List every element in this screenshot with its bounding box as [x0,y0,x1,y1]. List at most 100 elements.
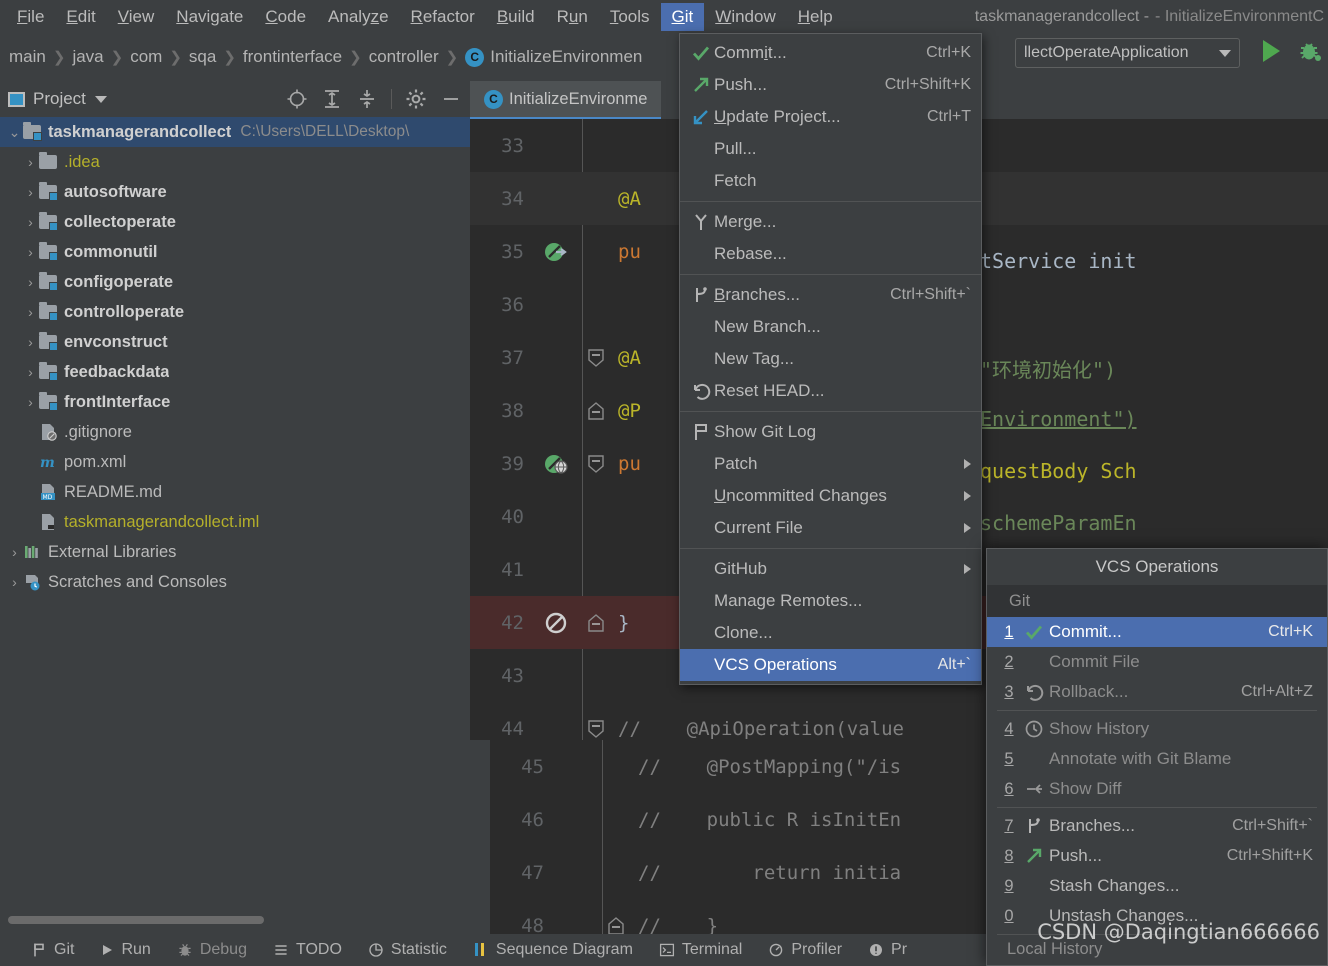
vcs-item-annotate-with-git-blame[interactable]: 5 Annotate with Git Blame [987,744,1327,774]
chevron-right-icon[interactable]: › [22,365,39,379]
git-menu-github[interactable]: GitHub [680,553,981,585]
tree-item-envconstruct[interactable]: › envconstruct [0,327,470,357]
tree-item-configoperate[interactable]: › configoperate [0,267,470,297]
status-item-problems[interactable]: Pr [855,941,920,959]
tree-item-collectoperate[interactable]: › collectoperate [0,207,470,237]
tree-item-scratches-and-consoles[interactable]: › Scratches and Consoles [0,567,470,597]
status-item-run[interactable]: Run [87,941,163,959]
breadcrumb-main[interactable]: main [4,45,51,69]
menu-help[interactable]: Help [787,3,844,31]
vcs-item-rollback[interactable]: 3 Rollback... Ctrl+Alt+Z [987,677,1327,707]
git-menu-new-branch[interactable]: New Branch... [680,311,981,343]
git-menu-show-git-log[interactable]: Show Git Log [680,416,981,448]
menu-code[interactable]: Code [254,3,317,31]
tree-item-external-libraries[interactable]: › External Libraries [0,537,470,567]
vcs-item-show-history[interactable]: 4 Show History [987,714,1327,744]
menu-window[interactable]: Window [704,3,786,31]
no-entry-icon[interactable] [534,611,578,635]
git-menu-manage-remotes[interactable]: Manage Remotes... [680,585,981,617]
tree-item-pomxml[interactable]: m pom.xml [0,447,470,477]
tree-item-feedbackdata[interactable]: › feedbackdata [0,357,470,387]
tree-item-taskmanagerandcollect[interactable]: ⌄ taskmanagerandcollect C:\Users\DELL\De… [0,117,470,147]
gear-icon[interactable] [405,88,427,110]
status-item-debug[interactable]: Debug [164,941,260,959]
git-menu-commit[interactable]: Commit... Ctrl+K [680,37,981,69]
horizontal-scrollbar[interactable] [8,916,264,924]
project-tree[interactable]: ⌄ taskmanagerandcollect C:\Users\DELL\De… [0,117,470,737]
menu-analyze[interactable]: Analyze [317,3,400,31]
locate-icon[interactable] [286,88,308,110]
git-menu-current-file[interactable]: Current File [680,512,981,544]
run-button[interactable] [1263,40,1280,62]
chevron-right-icon[interactable]: › [6,575,23,589]
tree-item-readme[interactable]: MD README.md [0,477,470,507]
breadcrumb-controller[interactable]: controller [364,45,444,69]
menu-run[interactable]: Run [546,3,599,31]
git-menu-vcs-operations[interactable]: VCS Operations Alt+` [680,649,981,681]
status-item-terminal[interactable]: Terminal [646,941,755,959]
vcs-item-push[interactable]: 8 Push... Ctrl+Shift+K [987,841,1327,871]
vcs-item-branches[interactable]: 7 Branches... Ctrl+Shift+` [987,811,1327,841]
minimize-icon[interactable] [440,88,462,110]
fold-minus-icon[interactable] [578,453,614,475]
tree-item-autosoftware[interactable]: › autosoftware [0,177,470,207]
breadcrumb-sqa[interactable]: sqa [184,45,221,69]
chevron-down-icon[interactable]: ⌄ [6,125,23,139]
fold-minus-icon[interactable] [578,347,614,369]
chevron-right-icon[interactable]: › [22,185,39,199]
menu-tools[interactable]: Tools [599,3,661,31]
git-menu-clone[interactable]: Clone... [680,617,981,649]
menu-git[interactable]: Git [661,3,705,31]
tree-item-iml[interactable]: taskmanagerandcollect.iml [0,507,470,537]
git-menu-patch[interactable]: Patch [680,448,981,480]
breadcrumb-class[interactable]: C InitializeEnvironmen [460,45,647,69]
fold-end-icon[interactable] [578,400,614,422]
status-item-statistic[interactable]: Statistic [355,941,460,959]
git-menu-update-project[interactable]: Update Project... Ctrl+T [680,101,981,133]
chevron-right-icon[interactable]: › [22,275,39,289]
git-menu-uncommitted-changes[interactable]: Uncommitted Changes [680,480,981,512]
menu-edit[interactable]: Edit [55,3,106,31]
debug-button[interactable] [1297,38,1323,64]
menu-navigate[interactable]: Navigate [165,3,254,31]
editor-tab-initializeenvironment[interactable]: C InitializeEnvironme [470,81,661,119]
chevron-right-icon[interactable]: › [22,335,39,349]
menu-refactor[interactable]: Refactor [400,3,486,31]
vcs-item-show-diff[interactable]: 6 Show Diff [987,774,1327,804]
git-menu-merge[interactable]: Merge... [680,206,981,238]
tree-item-gitignore[interactable]: .gitignore [0,417,470,447]
tree-item-idea[interactable]: › .idea [0,147,470,177]
breadcrumb-java[interactable]: java [67,45,108,69]
collapse-all-icon[interactable] [356,88,378,110]
chevron-right-icon[interactable]: › [22,245,39,259]
status-item-todo[interactable]: TODO [260,941,355,959]
vcs-item-commit-file[interactable]: 2 Commit File [987,647,1327,677]
run-web-icon[interactable] [534,452,578,476]
menu-file[interactable]: File [6,3,55,31]
chevron-right-icon[interactable]: › [22,395,39,409]
chevron-down-icon[interactable] [95,96,107,103]
tree-item-controlloperate[interactable]: › controlloperate [0,297,470,327]
chevron-right-icon[interactable]: › [22,215,39,229]
git-menu-push[interactable]: Push... Ctrl+Shift+K [680,69,981,101]
chevron-right-icon[interactable]: › [22,305,39,319]
status-item-git[interactable]: Git [18,941,87,959]
chevron-right-icon[interactable]: › [22,155,39,169]
git-dropdown-menu[interactable]: Commit... Ctrl+K Push... Ctrl+Shift+K Up… [679,33,982,685]
tree-item-commonutil[interactable]: › commonutil [0,237,470,267]
fold-end-icon[interactable] [598,915,634,937]
run-configuration-selector[interactable]: llectOperateApplication [1015,38,1240,68]
git-menu-fetch[interactable]: Fetch [680,165,981,197]
chevron-right-icon[interactable]: › [6,545,23,559]
git-menu-new-tag[interactable]: New Tag... [680,343,981,375]
vcs-item-commit[interactable]: 1 Commit... Ctrl+K [987,617,1327,647]
vcs-item-stash-changes[interactable]: 9 Stash Changes... [987,871,1327,901]
breadcrumb-com[interactable]: com [125,45,167,69]
fold-end-icon[interactable] [578,612,614,634]
tree-item-frontinterface[interactable]: › frontInterface [0,387,470,417]
vcs-operations-popup[interactable]: VCS Operations Git 1 Commit... Ctrl+K 2 … [986,548,1328,966]
git-menu-branches[interactable]: Branches... Ctrl+Shift+` [680,279,981,311]
breadcrumb-frontinterface[interactable]: frontinterface [238,45,347,69]
status-item-sequence-diagram[interactable]: Sequence Diagram [460,941,646,959]
git-menu-pull[interactable]: Pull... [680,133,981,165]
